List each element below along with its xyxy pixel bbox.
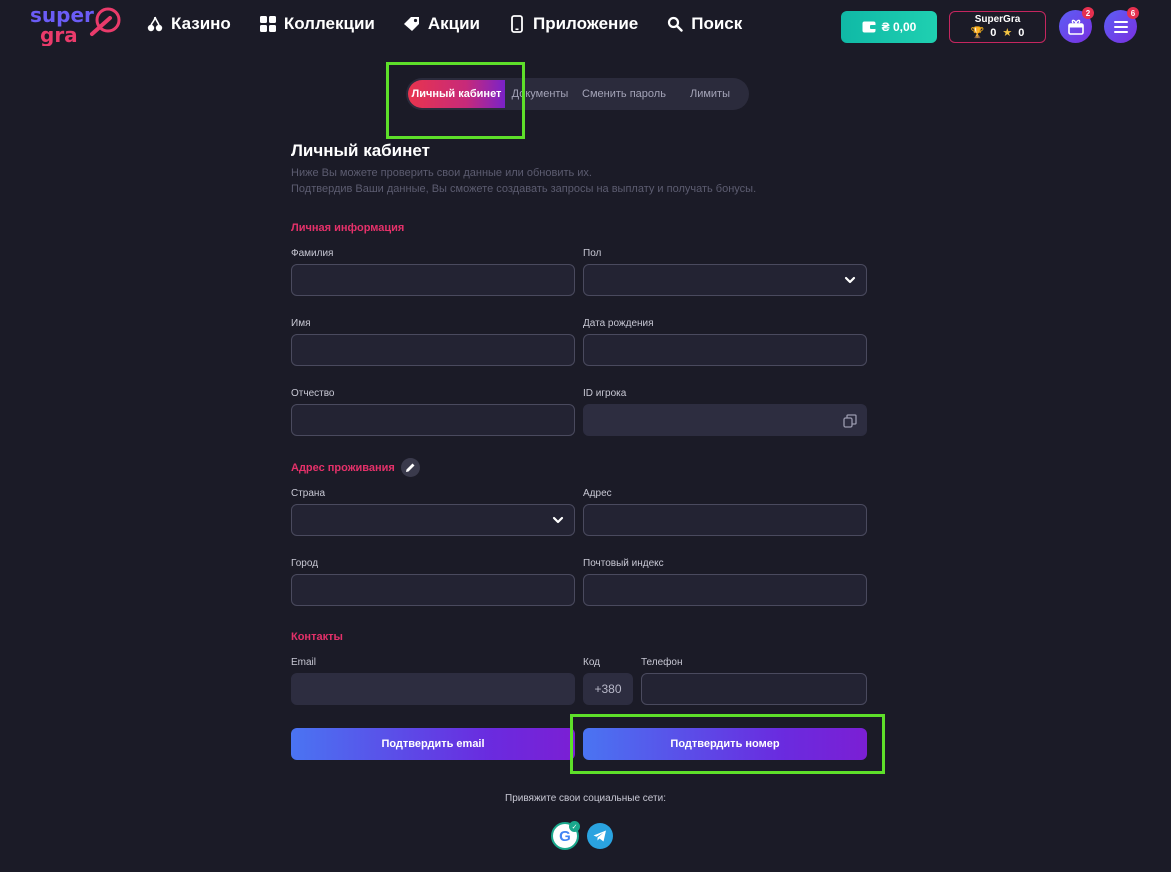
check-icon: ✓ xyxy=(569,821,580,832)
player-id-label: ID игрока xyxy=(583,388,627,399)
gender-label: Пол xyxy=(583,248,602,259)
tab-documents[interactable]: Документы xyxy=(505,80,575,108)
nav-promotions-label: Акции xyxy=(427,14,480,33)
nav-search[interactable]: Поиск xyxy=(666,14,742,34)
wallet-icon xyxy=(862,21,876,33)
page-subtitle-1: Ниже Вы можете проверить свои данные или… xyxy=(291,167,592,179)
nav-search-label: Поиск xyxy=(691,14,743,33)
balance-button[interactable]: ₴ 0,00 xyxy=(841,11,937,43)
main-nav: Казино Коллекции Акции Приложение Поиск xyxy=(146,14,770,34)
trophy-count: 0 xyxy=(990,26,997,39)
page-subtitle-2: Подтвердив Ваши данные, Вы сможете созда… xyxy=(291,183,757,195)
social-link-text: Привяжите свои социальные сети: xyxy=(505,793,666,804)
city-label: Город xyxy=(291,558,319,569)
star-icon: ★ xyxy=(1002,27,1013,39)
cherry-icon xyxy=(146,15,164,33)
address-label: Адрес xyxy=(583,488,612,499)
surname-input[interactable] xyxy=(291,264,575,296)
zip-label: Почтовый индекс xyxy=(583,558,664,569)
address-input[interactable] xyxy=(583,504,867,536)
phone-input[interactable] xyxy=(641,673,867,705)
country-label: Страна xyxy=(291,488,326,499)
surname-label: Фамилия xyxy=(291,248,334,259)
google-button[interactable]: G ✓ xyxy=(551,821,580,850)
confirm-phone-button[interactable]: Подтвердить номер xyxy=(583,728,867,760)
star-count: 0 xyxy=(1018,26,1025,39)
email-label: Email xyxy=(291,657,317,668)
player-id-field xyxy=(583,404,867,436)
loyalty-widget[interactable]: SuperGra 🏆 0 ★ 0 xyxy=(949,11,1046,43)
top-header: super gra Казино Коллекции Акции Приложе… xyxy=(0,0,1171,54)
section-personal-info: Личная информация xyxy=(291,222,405,234)
copy-icon[interactable] xyxy=(843,414,857,428)
tab-personal-cabinet[interactable]: Личный кабинет xyxy=(408,80,505,108)
chevron-down-icon xyxy=(844,276,856,284)
telegram-icon xyxy=(593,830,606,842)
zip-input[interactable] xyxy=(583,574,867,606)
chevron-down-icon xyxy=(552,516,564,524)
trophy-icon: 🏆 xyxy=(970,27,985,39)
google-icon: G xyxy=(559,827,571,845)
birth-date-input[interactable] xyxy=(583,334,867,366)
email-field xyxy=(291,673,575,705)
nav-promotions[interactable]: Акции xyxy=(403,14,480,34)
tab-limits[interactable]: Лимиты xyxy=(673,80,747,108)
code-label: Код xyxy=(583,657,601,668)
tab-change-password[interactable]: Сменить пароль xyxy=(575,80,673,108)
phone-code-field: +380 xyxy=(583,673,633,705)
gift-badge: 2 xyxy=(1082,7,1094,19)
nav-app[interactable]: Приложение xyxy=(508,14,638,34)
patronymic-input[interactable] xyxy=(291,404,575,436)
telegram-button[interactable] xyxy=(587,823,613,849)
phone-icon xyxy=(508,15,526,33)
section-contacts: Контакты xyxy=(291,631,343,643)
menu-badge: 6 xyxy=(1127,7,1139,19)
section-address-label: Адрес проживания xyxy=(291,461,395,474)
country-select[interactable] xyxy=(291,504,575,536)
confirm-email-button[interactable]: Подтвердить email xyxy=(291,728,575,760)
nav-collections-label: Коллекции xyxy=(283,14,375,33)
phone-label: Телефон xyxy=(641,657,683,668)
pencil-icon[interactable] xyxy=(400,458,420,477)
gift-button[interactable]: 2 xyxy=(1059,7,1094,43)
grid-icon xyxy=(259,15,277,33)
patronymic-label: Отчество xyxy=(291,388,335,399)
city-input[interactable] xyxy=(291,574,575,606)
gender-select[interactable] xyxy=(583,264,867,296)
hamburger-icon xyxy=(1113,20,1128,33)
loyalty-name: SuperGra xyxy=(974,14,1021,25)
birth-date-label: Дата рождения xyxy=(583,318,654,329)
first-name-label: Имя xyxy=(291,318,311,329)
profile-tabs: Личный кабинет Документы Сменить пароль … xyxy=(406,78,749,110)
gift-icon xyxy=(1067,19,1084,35)
nav-casino[interactable]: Казино xyxy=(146,14,231,34)
tag-icon xyxy=(403,15,421,33)
search-icon xyxy=(666,15,684,33)
page-title: Личный кабинет xyxy=(291,141,430,160)
nav-app-label: Приложение xyxy=(532,14,639,33)
supergra-logo[interactable]: super gra xyxy=(30,4,125,46)
first-name-input[interactable] xyxy=(291,334,575,366)
menu-button[interactable]: 6 xyxy=(1104,7,1139,43)
logo-text-bottom: gra xyxy=(40,23,78,46)
balance-amount: ₴ 0,00 xyxy=(881,20,917,34)
nav-casino-label: Казино xyxy=(171,14,231,33)
section-address: Адрес проживания xyxy=(291,458,420,477)
loyalty-stats: 🏆 0 ★ 0 xyxy=(950,26,1045,40)
nav-collections[interactable]: Коллекции xyxy=(259,14,375,34)
